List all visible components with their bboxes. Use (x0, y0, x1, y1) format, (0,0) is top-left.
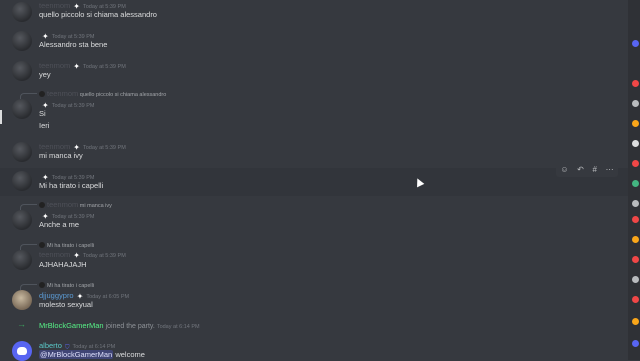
scroll-edge (0, 110, 2, 124)
timestamp: Today at 5:39 PM (82, 64, 126, 70)
member-avatar[interactable] (632, 256, 639, 263)
member-avatar[interactable] (632, 216, 639, 223)
author-name[interactable]: djjuggypro (39, 291, 74, 300)
avatar (39, 91, 45, 97)
reply-preview[interactable]: Mi ha tirato i capelli (39, 240, 94, 249)
avatar[interactable] (12, 2, 32, 22)
avatar[interactable] (12, 290, 32, 310)
message-text: Ieri (39, 121, 50, 130)
author-name[interactable]: alberto (39, 341, 62, 350)
member-avatar[interactable] (632, 296, 639, 303)
author-name[interactable]: teenmom (39, 250, 70, 259)
message-text: Alessandro sta bene (39, 40, 108, 49)
message-text: mi manca ivy (39, 151, 83, 160)
author-name[interactable]: teenmom (39, 1, 70, 10)
chat-messages: teenmom ✦ Today at 5:39 PM quello piccolo … (0, 0, 628, 361)
message[interactable]: alberto ⛉ Today at 6:14 PM @MrBlockGamerMa… (0, 338, 628, 361)
member-list (628, 0, 640, 360)
timestamp: Today at 6:14 PM (156, 324, 200, 330)
message[interactable]: Mi ha tirato i capelli djjuggypro ✦ Today … (0, 279, 628, 315)
reply-icon[interactable]: ↶ (577, 165, 584, 175)
message-text: Si (39, 109, 46, 118)
author-name[interactable]: teenmom (39, 61, 70, 70)
message[interactable]: Mi ha tirato i capelli teenmom ✦ Today at … (0, 239, 628, 275)
avatar[interactable] (12, 31, 32, 51)
member-avatar[interactable] (632, 200, 639, 207)
message[interactable]: teenmom ✦ Today at 5:39 PM yey (0, 59, 628, 86)
timestamp: Today at 5:39 PM (82, 145, 126, 151)
member-avatar[interactable] (632, 340, 639, 347)
member-avatar[interactable] (632, 160, 639, 167)
avatar[interactable] (12, 142, 32, 162)
message-text: quello piccolo si chiama alessandro (39, 10, 157, 19)
reply-text: mi manca ivy (79, 203, 112, 209)
avatar[interactable] (12, 99, 32, 119)
message-text: Mi ha tirato i capelli (39, 181, 104, 190)
message-actions-toolbar: ☺ ↶ # ⋯ (556, 163, 618, 177)
message-text: welcome (115, 350, 145, 359)
user-mention[interactable]: @MrBlockGamerMan (39, 350, 114, 359)
join-arrow-icon: → (17, 319, 26, 329)
avatar (39, 242, 45, 248)
message[interactable]: teenmom mi manca ivy ✦ Today at 5:39 PM A… (0, 199, 628, 235)
message[interactable]: teenmom ✦ Today at 5:39 PM quello piccolo … (0, 0, 628, 27)
timestamp: Today at 5:39 PM (51, 103, 95, 109)
message[interactable]: ✦ Today at 5:39 PM Mi ha tirato i capelli (0, 168, 628, 196)
message[interactable]: teenmom quello piccolo si chiama alessan… (0, 88, 628, 134)
sparkle-icon: ✦ (73, 62, 80, 71)
member-avatar[interactable] (632, 180, 639, 187)
member-avatar[interactable] (632, 120, 639, 127)
reply-text: quello piccolo si chiama alessandro (79, 92, 167, 98)
member-avatar[interactable] (632, 100, 639, 107)
avatar[interactable] (12, 250, 32, 270)
more-icon[interactable]: ⋯ (606, 165, 614, 175)
message-text: yey (39, 70, 51, 79)
reply-text: Mi ha tirato i capelli (47, 243, 95, 249)
reply-text: Mi ha tirato i capelli (47, 283, 95, 289)
member-avatar[interactable] (632, 276, 639, 283)
sparkle-icon: ✦ (73, 251, 80, 260)
message-text: Anche a me (39, 220, 80, 229)
reply-preview[interactable]: teenmom quello piccolo si chiama alessan… (39, 89, 166, 98)
thread-icon[interactable]: # (593, 165, 597, 175)
reply-author[interactable]: teenmom (47, 89, 78, 98)
message[interactable]: teenmom ✦ Today at 5:39 PM mi manca ivy (0, 140, 628, 167)
join-text: joined the party. (105, 323, 155, 330)
reply-preview[interactable]: teenmom mi manca ivy (39, 200, 112, 209)
add-reaction-icon[interactable]: ☺ (560, 165, 568, 175)
message[interactable]: ✦ Today at 5:39 PM Alessandro sta bene (0, 29, 628, 56)
author-name[interactable]: teenmom (39, 142, 70, 151)
avatar (39, 282, 45, 288)
member-avatar[interactable] (632, 140, 639, 147)
message-text: molesto sexyual (39, 300, 93, 309)
avatar[interactable] (12, 341, 32, 361)
reply-author[interactable]: teenmom (47, 200, 78, 209)
avatar (39, 202, 45, 208)
member-avatar[interactable] (632, 236, 639, 243)
timestamp: Today at 5:39 PM (82, 253, 126, 259)
avatar[interactable] (12, 210, 32, 230)
system-message: → MrBlockGamerMan joined the party. Toda… (0, 318, 628, 334)
member-avatar[interactable] (632, 80, 639, 87)
avatar[interactable] (12, 61, 32, 81)
member-avatar[interactable] (632, 318, 639, 325)
joined-user-name[interactable]: MrBlockGamerMan (39, 321, 104, 330)
member-avatar[interactable] (632, 40, 639, 47)
avatar[interactable] (12, 171, 32, 191)
message-text: AJHAHAJAJH (39, 260, 87, 269)
reply-preview[interactable]: Mi ha tirato i capelli (39, 280, 94, 289)
